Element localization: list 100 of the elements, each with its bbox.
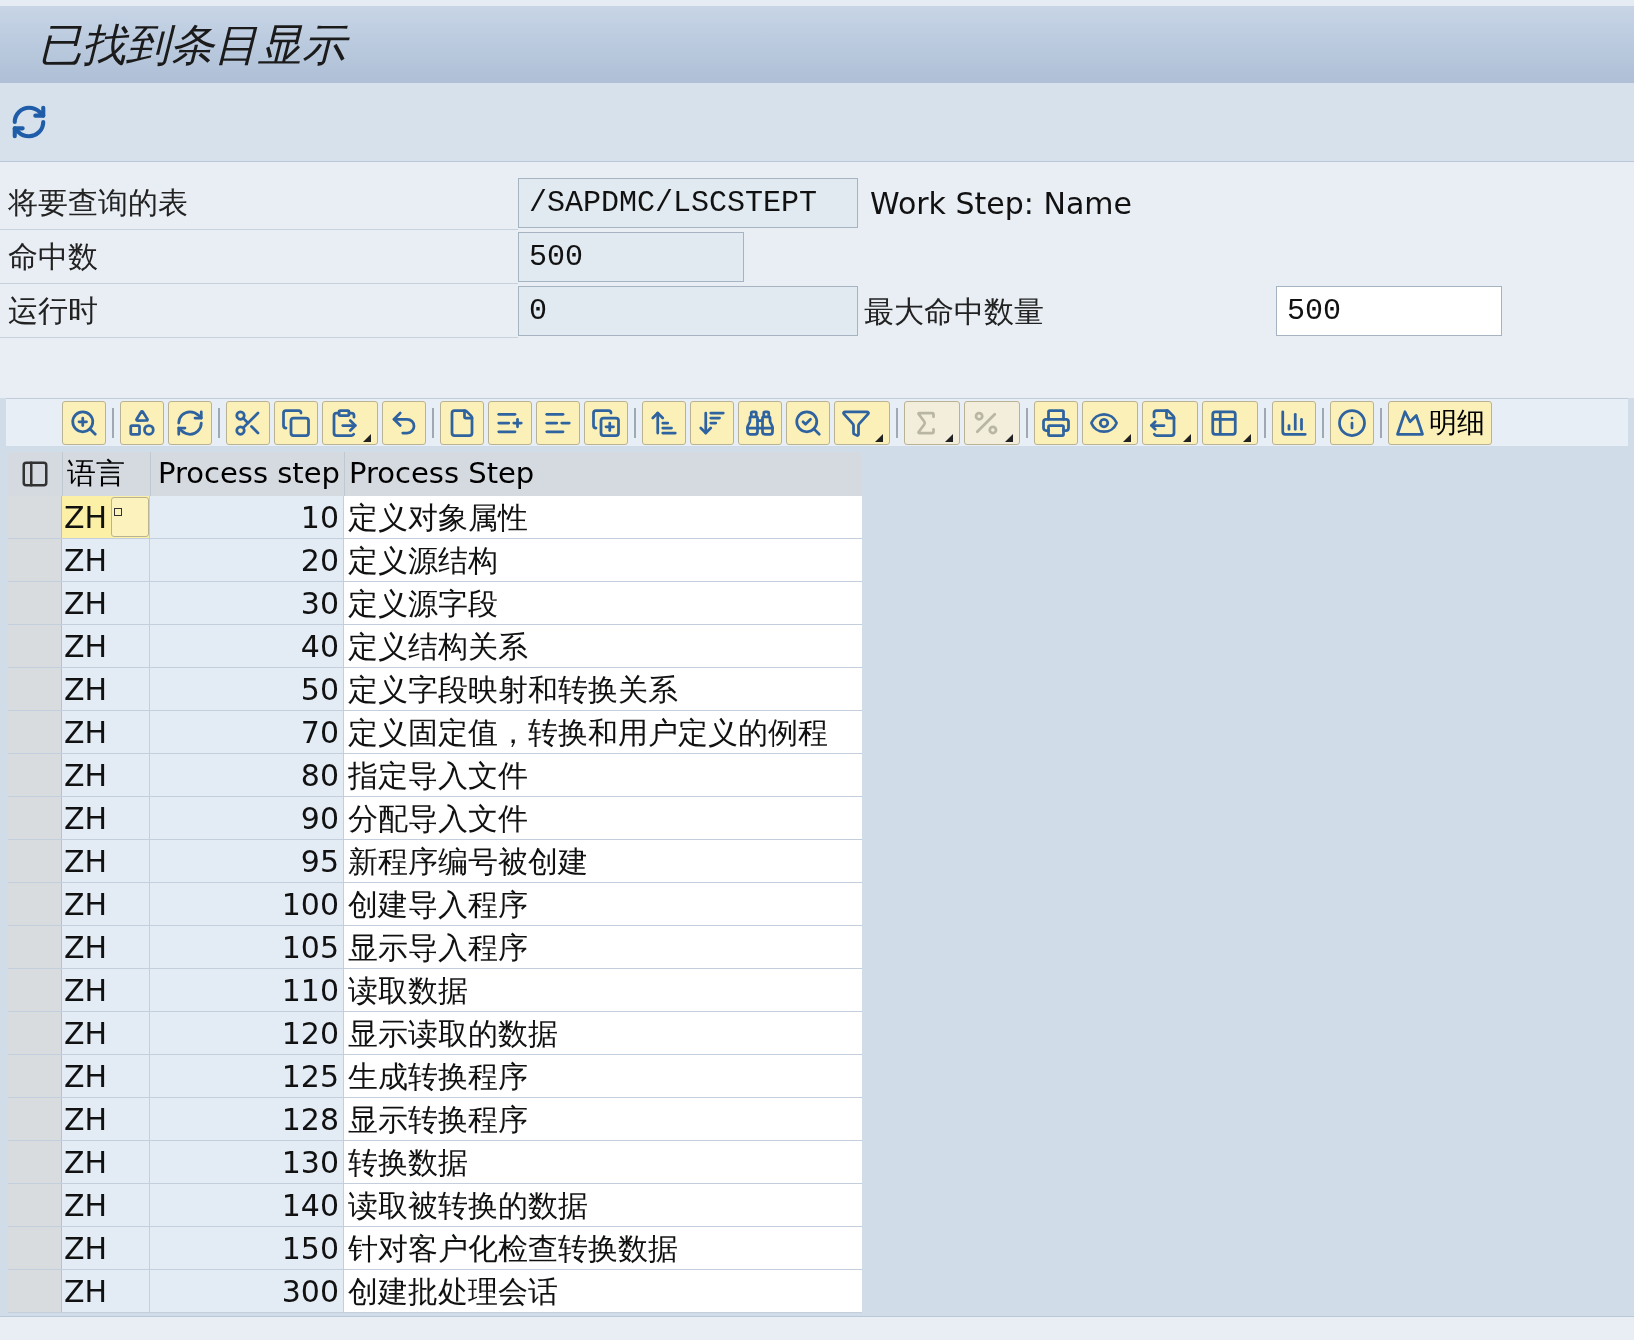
menu-triangle-icon [1183,433,1191,442]
toolbar-button[interactable] [62,400,106,445]
table-cell: 130 [150,1141,344,1183]
table-cell: ZH [62,496,150,538]
table-cell: 40 [150,625,344,667]
refresh-icon [10,103,48,141]
table-cell: 显示导入程序 [344,926,862,968]
menu-triangle-icon [1243,433,1251,442]
table-cell: 100 [150,883,344,925]
table-cell: ZH [62,625,150,667]
toolbar-button[interactable] [690,400,734,445]
info-icon [1337,407,1367,438]
field-label: 将要查询的表 [0,176,518,230]
toolbar-button[interactable] [1202,400,1258,445]
table-cell: 针对客户化检查转换数据 [344,1227,862,1269]
toolbar-button[interactable] [738,400,782,445]
mountain-icon [1395,407,1425,438]
table-cell: 95 [150,840,344,882]
binoculars-icon [745,407,775,438]
table-cell: ZH [62,840,150,882]
toolbar-button[interactable] [584,400,628,445]
table-cell: 50 [150,668,344,710]
table-cell: 显示转换程序 [344,1098,862,1140]
table-cell: 10 [150,496,344,538]
table-cell: 分配导入文件 [344,797,862,839]
table-cell: 读取被转换的数据 [344,1184,862,1226]
table-cell: 指定导入文件 [344,754,862,796]
bar-chart-icon [1279,407,1309,438]
input-field[interactable]: 0 [518,286,858,336]
table-cell: ZH [62,582,150,624]
table-cell: ZH [62,1141,150,1183]
table-cell: 120 [150,1012,344,1054]
table-layout-icon [1209,407,1239,438]
table-cell: ZH [62,539,150,581]
table-cell: ZH [62,711,150,753]
toolbar-button[interactable] [1082,400,1138,445]
toolbar-button[interactable] [120,400,164,445]
table-cell: 转换数据 [344,1141,862,1183]
table-cell: 20 [150,539,344,581]
table-cell: 定义结构关系 [344,625,862,667]
table-cell: 150 [150,1227,344,1269]
table-cell: 创建批处理会话 [344,1270,862,1312]
toolbar-button[interactable] [440,400,484,445]
filter-icon [841,407,871,438]
toolbar-button[interactable]: 明细 [1388,400,1492,445]
toolbar-button[interactable] [1034,400,1078,445]
table-cell: 定义源结构 [344,539,862,581]
table-cell: 定义字段映射和转换关系 [344,668,862,710]
input-field[interactable]: 500 [518,232,744,282]
layout-icon [20,459,50,489]
table-cell: ZH [62,1055,150,1097]
table-cell: 90 [150,797,344,839]
menu-triangle-icon [1123,433,1131,442]
toolbar-button[interactable] [786,400,830,445]
table-cell: ZH [62,797,150,839]
field-label: 运行时 [0,284,518,338]
toolbar-button[interactable] [322,400,378,445]
table-cell: 300 [150,1270,344,1312]
refresh-icon [175,407,205,438]
duplicate-icon [591,407,621,438]
table-cell: ZH [62,883,150,925]
toolbar-button[interactable] [834,400,890,445]
input-field[interactable]: /SAPDMC/LSCSTEPT [518,178,858,228]
table-cell: 128 [150,1098,344,1140]
field-description: Work Step: Name [870,184,1132,223]
toolbar-button[interactable] [1272,400,1316,445]
table-cell: ZH [62,754,150,796]
table-cell: 70 [150,711,344,753]
table-cell: ZH [62,969,150,1011]
table-cell: ZH [62,1098,150,1140]
table-cell: 80 [150,754,344,796]
field-label: 最大命中数量 [864,292,1045,331]
table-cell: 定义固定值，转换和用户定义的例程 [344,711,862,753]
toolbar-button[interactable] [536,400,580,445]
field-label: 命中数 [0,230,518,284]
toolbar-button[interactable] [642,400,686,445]
toolbar-button[interactable] [274,400,318,445]
table-cell: ZH [62,1184,150,1226]
table-cell: 30 [150,582,344,624]
table-cell: ZH [62,1227,150,1269]
toolbar-button[interactable] [1330,400,1374,445]
toolbar-button[interactable] [168,400,212,445]
value-help-icon [114,508,122,516]
table-cell: ZH [62,1270,150,1312]
table-cell: ZH [62,668,150,710]
menu-triangle-icon [945,433,953,442]
input-field[interactable]: 500 [1276,286,1502,336]
menu-triangle-icon [363,433,371,442]
toolbar-button[interactable] [382,400,426,445]
table-cell: 110 [150,969,344,1011]
table-cell: 创建导入程序 [344,883,862,925]
toolbar-button[interactable] [1142,400,1198,445]
table-cell: ZH [62,926,150,968]
toolbar-button[interactable] [226,400,270,445]
magnifier-icon [69,407,99,438]
toolbar-button[interactable] [488,400,532,445]
find-next-icon [793,407,823,438]
shapes-icon [127,407,157,438]
table-cell: ZH [62,1012,150,1054]
table-cell: 读取数据 [344,969,862,1011]
